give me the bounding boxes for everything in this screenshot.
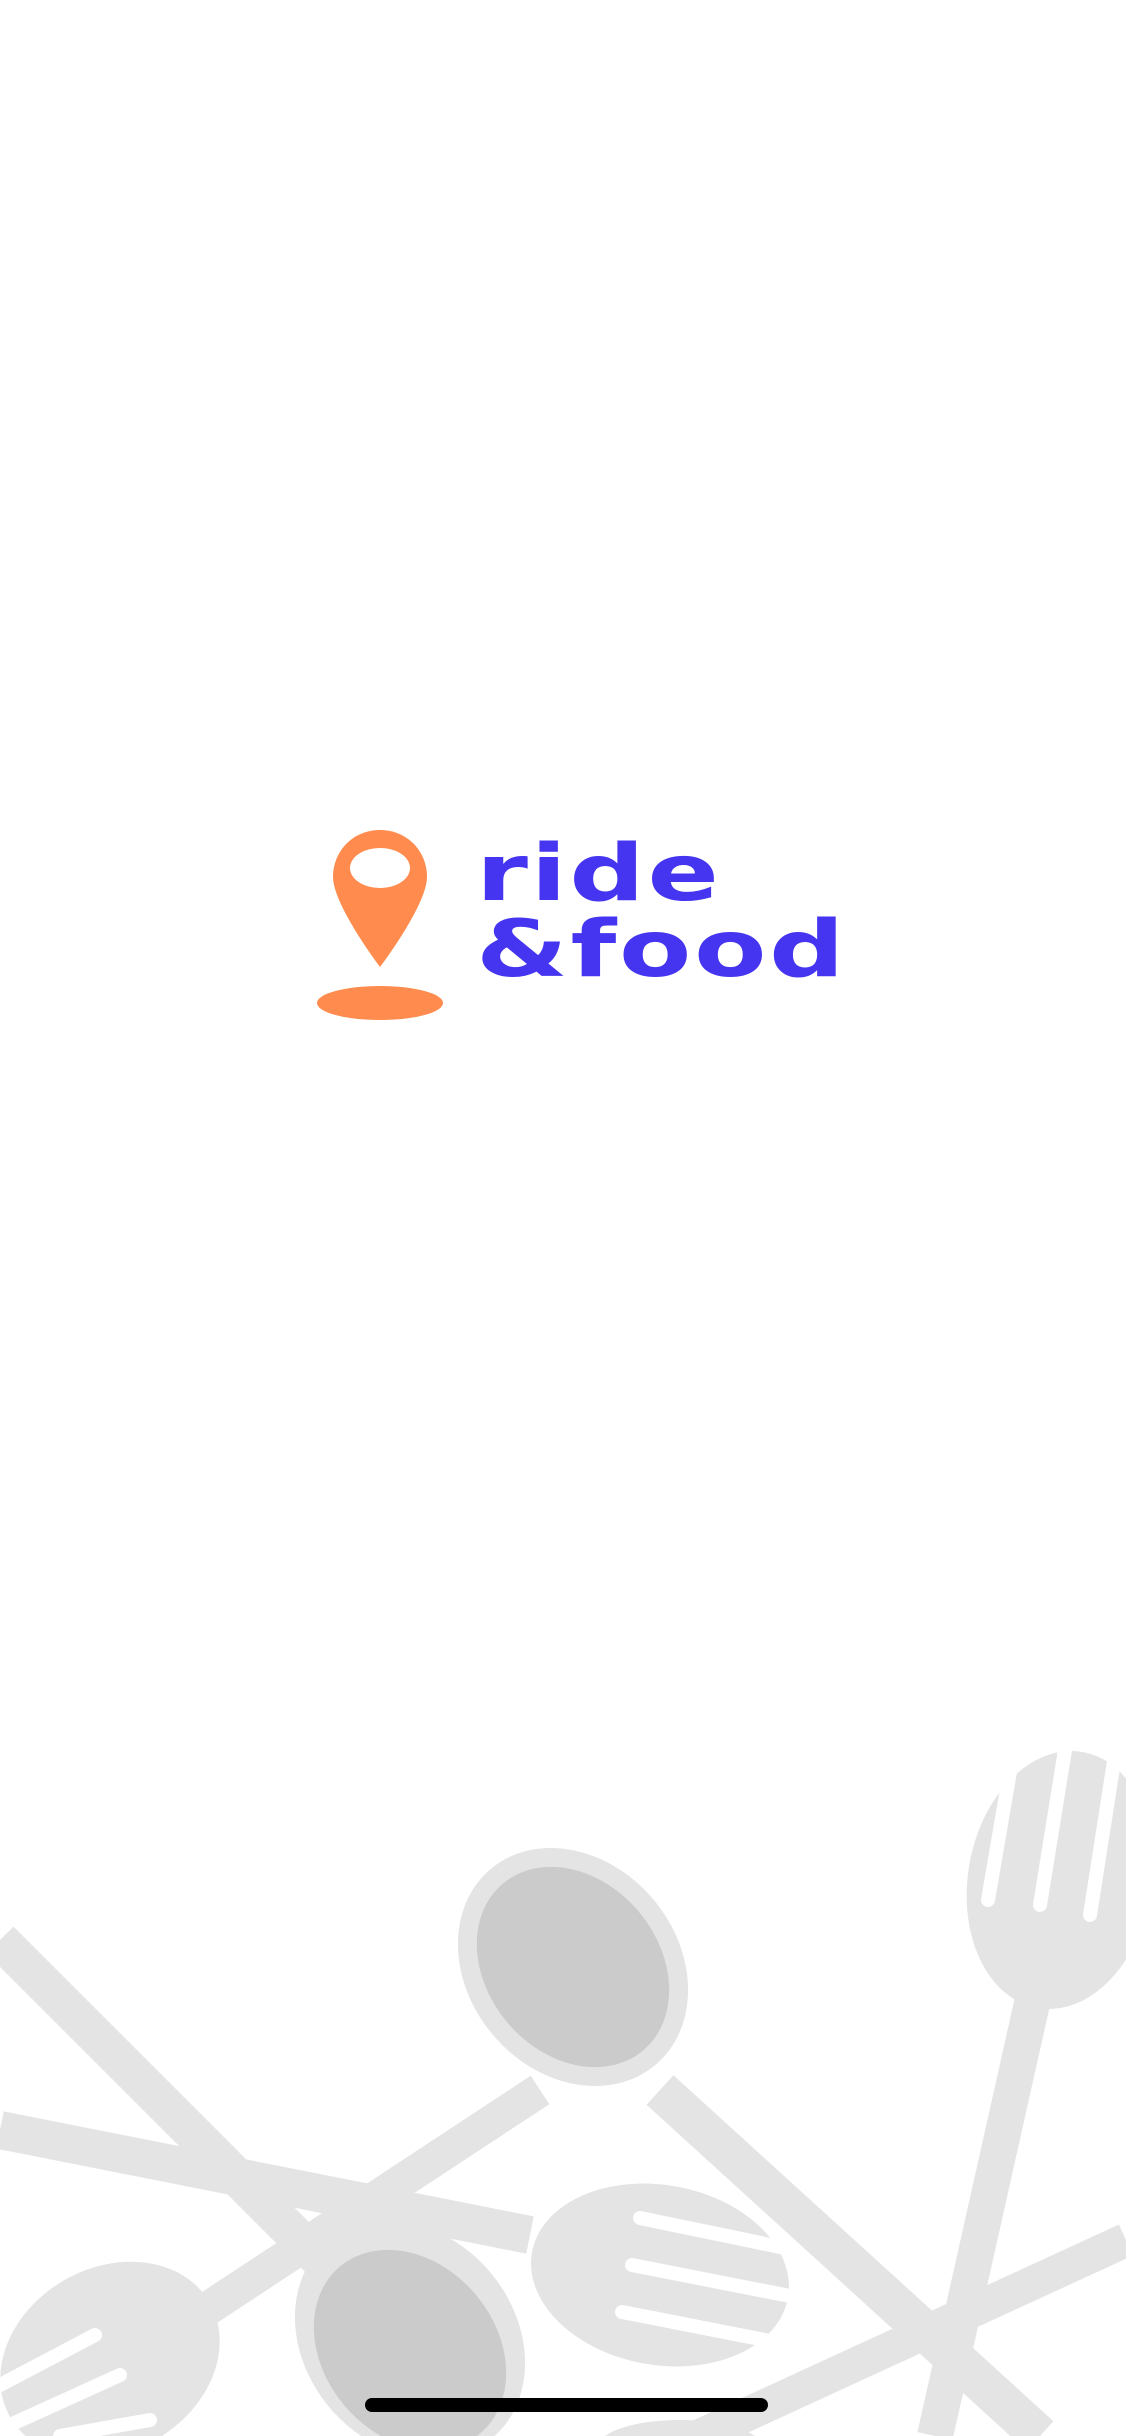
app-logo: ride &food — [300, 815, 845, 1055]
home-indicator[interactable] — [365, 2398, 768, 2412]
wordmark-line-ride: ride — [476, 829, 722, 919]
wordmark-line-food: &food — [476, 905, 848, 995]
fork-icon — [0, 2261, 220, 2436]
app-wordmark: ride &food — [476, 835, 845, 989]
cutlery-illustration — [0, 1743, 1126, 2436]
location-pin-icon — [317, 830, 443, 1020]
fork-icon — [966, 1743, 1126, 2010]
splash-screen: ride &food — [0, 0, 1126, 2436]
spoon-icon — [457, 1847, 689, 2087]
